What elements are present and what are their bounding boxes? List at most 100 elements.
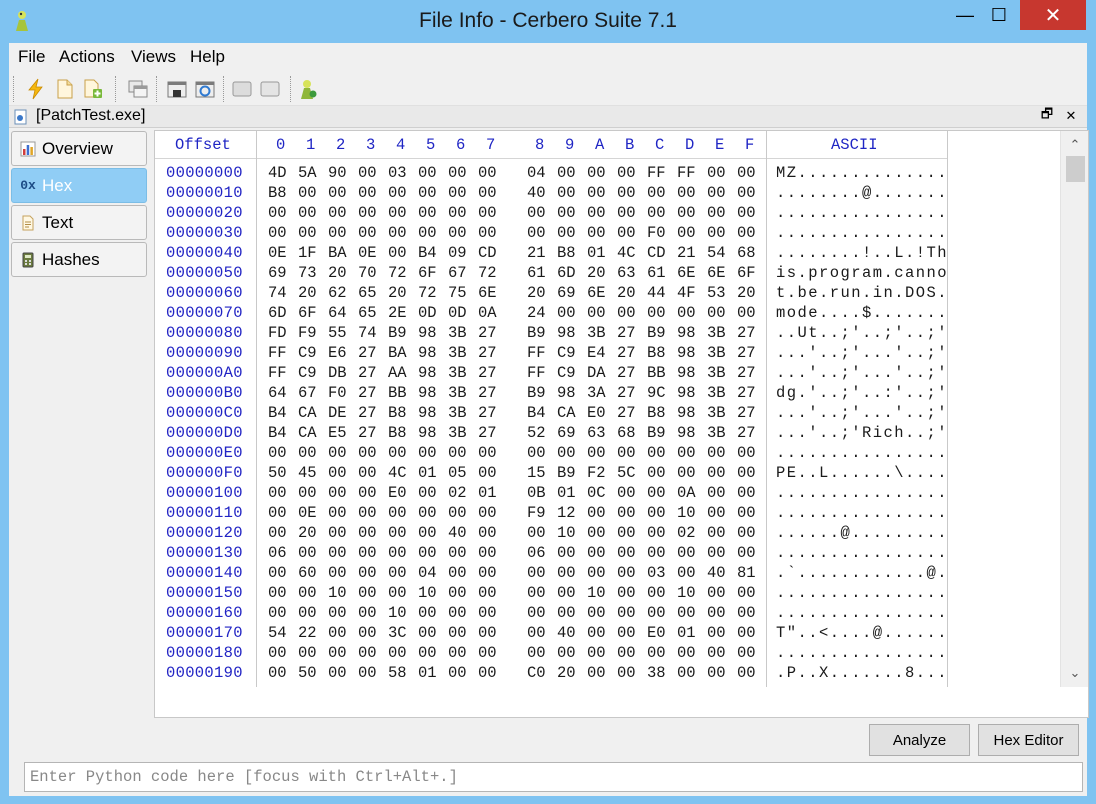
hex-byte[interactable]: DE xyxy=(328,404,347,422)
hex-byte[interactable]: 10 xyxy=(587,584,606,602)
ascii-text[interactable]: ................ xyxy=(776,204,948,222)
hex-byte[interactable]: 6E xyxy=(677,264,696,282)
hex-byte[interactable]: 98 xyxy=(418,344,437,362)
hex-byte[interactable]: B4 xyxy=(418,244,437,262)
hex-byte[interactable]: 09 xyxy=(448,244,467,262)
hex-byte[interactable]: 20 xyxy=(527,284,546,302)
hex-byte[interactable]: 27 xyxy=(737,324,756,342)
hex-byte[interactable]: 00 xyxy=(707,164,726,182)
hex-byte[interactable]: 40 xyxy=(557,624,576,642)
hex-byte[interactable]: 00 xyxy=(388,504,407,522)
hex-byte[interactable]: 00 xyxy=(647,184,666,202)
hex-byte[interactable]: 01 xyxy=(478,484,497,502)
hex-byte[interactable]: 27 xyxy=(737,404,756,422)
hex-byte[interactable]: 00 xyxy=(388,224,407,242)
hex-byte[interactable]: 0E xyxy=(358,244,377,262)
hex-byte[interactable]: 00 xyxy=(617,624,636,642)
hex-byte[interactable]: 00 xyxy=(268,604,287,622)
hex-byte[interactable]: BB xyxy=(388,384,407,402)
hex-byte[interactable]: 00 xyxy=(418,484,437,502)
hex-byte[interactable]: 00 xyxy=(707,504,726,522)
hex-byte[interactable]: 38 xyxy=(647,664,666,682)
hex-byte[interactable]: B8 xyxy=(557,244,576,262)
hex-byte[interactable]: 00 xyxy=(478,224,497,242)
hex-byte[interactable]: B9 xyxy=(388,324,407,342)
hex-byte[interactable]: 00 xyxy=(647,444,666,462)
hex-byte[interactable]: 00 xyxy=(268,224,287,242)
hex-byte[interactable]: 21 xyxy=(527,244,546,262)
hex-byte[interactable]: 00 xyxy=(677,544,696,562)
hex-byte[interactable]: 3B xyxy=(707,404,726,422)
sidebar-item-hex[interactable]: 0x Hex xyxy=(11,168,147,203)
new-file-icon[interactable] xyxy=(53,77,77,101)
hex-byte[interactable]: 00 xyxy=(268,444,287,462)
hex-byte[interactable]: 67 xyxy=(448,264,467,282)
hex-byte[interactable]: CD xyxy=(647,244,666,262)
hex-byte[interactable]: 00 xyxy=(647,464,666,482)
hex-byte[interactable]: 20 xyxy=(298,524,317,542)
hex-byte[interactable]: 0E xyxy=(268,244,287,262)
hex-byte[interactable]: 00 xyxy=(677,184,696,202)
hex-byte[interactable]: 72 xyxy=(478,264,497,282)
hex-byte[interactable]: 00 xyxy=(388,524,407,542)
hex-byte[interactable]: 0D xyxy=(418,304,437,322)
hex-byte[interactable]: 10 xyxy=(418,584,437,602)
hex-byte[interactable]: 02 xyxy=(448,484,467,502)
scroll-up-icon[interactable]: ⌃ xyxy=(1061,135,1089,155)
hex-byte[interactable]: E0 xyxy=(647,624,666,642)
ascii-text[interactable]: mode....$....... xyxy=(776,304,948,322)
hex-byte[interactable]: 5C xyxy=(617,464,636,482)
hex-byte[interactable]: 1F xyxy=(298,244,317,262)
hex-byte[interactable]: 27 xyxy=(617,364,636,382)
hex-byte[interactable]: 00 xyxy=(268,584,287,602)
hex-byte[interactable]: 00 xyxy=(358,644,377,662)
hex-byte[interactable]: 00 xyxy=(707,544,726,562)
panel-icon[interactable] xyxy=(230,77,254,101)
hex-byte[interactable]: 00 xyxy=(478,184,497,202)
hex-byte[interactable]: 27 xyxy=(617,344,636,362)
hex-byte[interactable]: 3B xyxy=(448,384,467,402)
hex-byte[interactable]: 00 xyxy=(298,184,317,202)
hex-byte[interactable]: 00 xyxy=(737,604,756,622)
hex-byte[interactable]: 74 xyxy=(358,324,377,342)
hex-byte[interactable]: E5 xyxy=(328,424,347,442)
hex-byte[interactable]: 54 xyxy=(707,244,726,262)
hex-byte[interactable]: 00 xyxy=(298,444,317,462)
hex-byte[interactable]: C9 xyxy=(557,364,576,382)
hex-byte[interactable]: 0A xyxy=(478,304,497,322)
hex-byte[interactable]: 00 xyxy=(358,184,377,202)
hex-byte[interactable]: 00 xyxy=(478,164,497,182)
hex-byte[interactable]: 0C xyxy=(587,484,606,502)
hex-byte[interactable]: C9 xyxy=(298,364,317,382)
hex-byte[interactable]: 00 xyxy=(358,564,377,582)
hex-byte[interactable]: 00 xyxy=(448,664,467,682)
hex-byte[interactable]: 00 xyxy=(587,184,606,202)
hex-byte[interactable]: 01 xyxy=(557,484,576,502)
hex-byte[interactable]: 00 xyxy=(527,204,546,222)
hex-byte[interactable]: 00 xyxy=(478,644,497,662)
hex-byte[interactable]: 27 xyxy=(737,384,756,402)
hex-byte[interactable]: 98 xyxy=(677,344,696,362)
hex-byte[interactable]: 00 xyxy=(677,304,696,322)
hex-byte[interactable]: 69 xyxy=(557,284,576,302)
hex-byte[interactable]: 40 xyxy=(527,184,546,202)
hex-byte[interactable]: 00 xyxy=(527,584,546,602)
hex-byte[interactable]: 4D xyxy=(268,164,287,182)
hex-byte[interactable]: 20 xyxy=(617,284,636,302)
hex-byte[interactable]: 00 xyxy=(328,604,347,622)
hex-byte[interactable]: 00 xyxy=(587,664,606,682)
hex-byte[interactable]: 00 xyxy=(617,644,636,662)
hex-byte[interactable]: FF xyxy=(527,344,546,362)
hex-byte[interactable]: 27 xyxy=(358,404,377,422)
hex-byte[interactable]: 6E xyxy=(587,284,606,302)
hex-byte[interactable]: FF xyxy=(268,364,287,382)
hex-byte[interactable]: 12 xyxy=(557,504,576,522)
hex-byte[interactable]: 4C xyxy=(617,244,636,262)
hex-byte[interactable]: B4 xyxy=(268,404,287,422)
hex-byte[interactable]: 00 xyxy=(617,304,636,322)
hex-byte[interactable]: 03 xyxy=(388,164,407,182)
hex-byte[interactable]: E0 xyxy=(587,404,606,422)
hex-byte[interactable]: F9 xyxy=(527,504,546,522)
hex-byte[interactable]: 44 xyxy=(647,284,666,302)
hex-byte[interactable]: 00 xyxy=(557,564,576,582)
